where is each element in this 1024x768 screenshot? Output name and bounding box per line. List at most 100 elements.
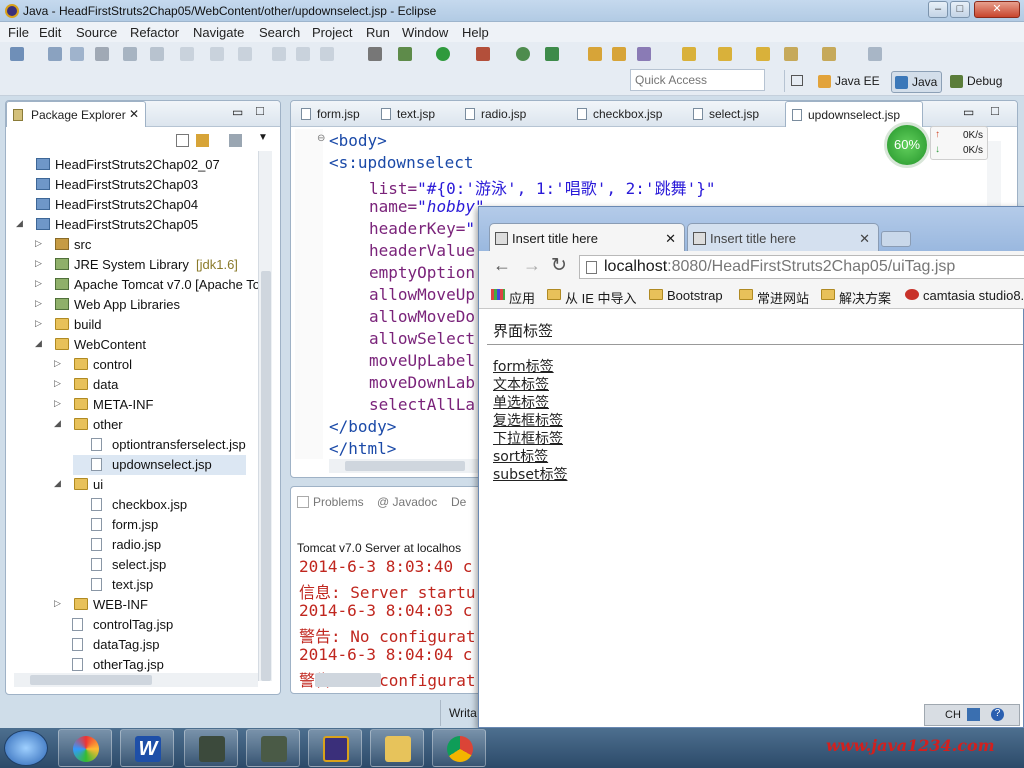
minimize-editor-icon[interactable]: ▭ [963,105,974,119]
maximize-view-icon[interactable]: □ [256,103,264,118]
collapsed-arrow-icon[interactable]: ▷ [35,318,42,329]
tree-item[interactable]: ▷ src [35,235,246,255]
expanded-arrow-icon[interactable]: ◢ [54,418,61,429]
expanded-arrow-icon[interactable]: ◢ [35,338,42,349]
suspend-icon[interactable] [296,47,310,61]
tree-item[interactable]: ▷ WEB-INF [54,595,246,615]
collapsed-arrow-icon[interactable]: ▷ [35,278,42,289]
taskbar-app[interactable] [246,729,300,767]
quick-access-input[interactable] [630,69,765,91]
external-tools-icon[interactable] [476,47,490,61]
new-icon[interactable] [10,47,24,61]
taskbar-terminal[interactable] [184,729,238,767]
toggle-icon[interactable] [123,47,137,61]
tree-item[interactable]: checkbox.jsp [73,495,246,515]
menu-project[interactable]: Project [312,25,352,40]
tab-text-jsp[interactable]: text.jsp [375,101,441,127]
tab-select-jsp[interactable]: select.jsp [687,101,765,127]
address-bar[interactable]: localhost:8080/HeadFirstStruts2Chap05/ui… [579,255,1024,279]
debug-icon[interactable] [398,47,412,61]
save-all-icon[interactable] [70,47,84,61]
editor-horizontal-scrollbar[interactable] [329,459,479,473]
help-icon[interactable]: ? [991,708,1004,721]
expanded-arrow-icon[interactable]: ◢ [16,218,23,229]
open-perspective-icon[interactable] [784,70,808,92]
perspective-debug[interactable]: Debug [947,71,1006,93]
tab-problems[interactable]: Problems [297,495,364,509]
maximize-button[interactable]: □ [950,1,970,18]
redo-icon[interactable] [238,47,252,61]
collapsed-arrow-icon[interactable]: ▷ [54,598,61,609]
link-select-tag[interactable]: 下拉框标签 [493,428,563,448]
forward-icon[interactable] [822,47,836,61]
menu-refactor[interactable]: Refactor [130,25,179,40]
taskbar-explorer[interactable] [370,729,424,767]
tree-item[interactable]: optiontransferselect.jsp [73,435,246,455]
tree-item[interactable]: controlTag.jsp [54,615,246,635]
maximize-editor-icon[interactable]: □ [991,103,999,118]
tab-checkbox-jsp[interactable]: checkbox.jsp [571,101,668,127]
taskbar-wps[interactable]: W [120,729,174,767]
ime-icon[interactable] [967,708,980,721]
tree-item[interactable]: HeadFirstStruts2Chap04 [16,195,246,215]
tree-item[interactable]: HeadFirstStruts2Chap03 [16,175,246,195]
tree-item[interactable]: ▷ Web App Libraries [35,295,246,315]
perspective-java-ee[interactable]: Java EE [815,71,884,93]
tree-item[interactable]: HeadFirstStruts2Chap02_07 [16,155,246,175]
tree-item[interactable]: ▷ META-INF [54,395,246,415]
undo-icon[interactable] [210,47,224,61]
skip-icon[interactable] [272,47,286,61]
new-class-icon[interactable] [545,47,559,61]
link-checkbox-tag[interactable]: 复选框标签 [493,410,563,430]
taskbar-chrome[interactable] [432,729,486,767]
view-menu-icon[interactable] [229,134,242,147]
collapsed-arrow-icon[interactable]: ▷ [54,398,61,409]
tree-item[interactable]: ▷ control [54,355,246,375]
prev-annotation-icon[interactable] [718,47,732,61]
link-subset-tag[interactable]: subset标签 [493,464,567,484]
tree-item[interactable]: ▷ Apache Tomcat v7.0 [Apache To [35,275,260,295]
browser-tab-active[interactable]: Insert title here ✕ [489,223,685,251]
bookmark-apps[interactable]: 应用 [491,288,535,307]
collapse-all-icon[interactable] [176,134,189,147]
reload-icon[interactable]: ↻ [551,254,567,277]
collapsed-arrow-icon[interactable]: ▷ [54,378,61,389]
refresh-icon[interactable] [516,47,530,61]
tree-item[interactable]: ◢ WebContent [35,335,246,355]
tree-item[interactable]: text.jsp [73,575,246,595]
run-icon[interactable] [436,47,450,61]
close-button[interactable]: ✕ [974,1,1020,18]
menu-window[interactable]: Window [402,25,448,40]
tree-item[interactable]: dataTag.jsp [54,635,246,655]
bookmark-common-sites[interactable]: 常进网站 [739,288,809,307]
taskbar-colorful-app[interactable] [58,729,112,767]
menu-file[interactable]: File [8,25,29,40]
tab-radio-jsp[interactable]: radio.jsp [459,101,532,127]
expanded-arrow-icon[interactable]: ◢ [54,478,61,489]
close-tab-icon[interactable]: ✕ [859,231,870,247]
menu-edit[interactable]: Edit [39,25,61,40]
back-arrow-icon[interactable]: ← [493,255,511,276]
tree-item[interactable]: ◢ ui [54,475,246,495]
chevron-down-icon[interactable]: ▼ [258,132,268,143]
search-icon[interactable] [637,47,651,61]
bookmark-solutions[interactable]: 解决方案 [821,288,891,307]
collapsed-arrow-icon[interactable]: ▷ [35,258,42,269]
tree-item[interactable]: form.jsp [73,515,246,535]
tab-javadoc[interactable]: @ Javadoc [377,495,437,509]
bookmark-ie-import[interactable]: 从 IE 中导入 [547,288,637,307]
collapsed-arrow-icon[interactable]: ▷ [35,238,42,249]
tree-horizontal-scrollbar[interactable] [14,673,258,687]
collapsed-arrow-icon[interactable]: ▷ [35,298,42,309]
close-tab-icon[interactable]: ✕ [665,231,676,247]
next-annotation-icon[interactable] [682,47,696,61]
minimize-button[interactable]: – [928,1,948,18]
tab-form-jsp[interactable]: form.jsp [295,101,366,127]
menu-search[interactable]: Search [259,25,300,40]
bookmark-bootstrap[interactable]: Bootstrap [649,288,723,303]
tab-declaration[interactable]: De [451,495,466,509]
link-radio-tag[interactable]: 单选标签 [493,392,549,412]
last-edit-icon[interactable] [756,47,770,61]
link-sort-tag[interactable]: sort标签 [493,446,548,466]
console-horizontal-scrollbar[interactable] [315,673,381,687]
